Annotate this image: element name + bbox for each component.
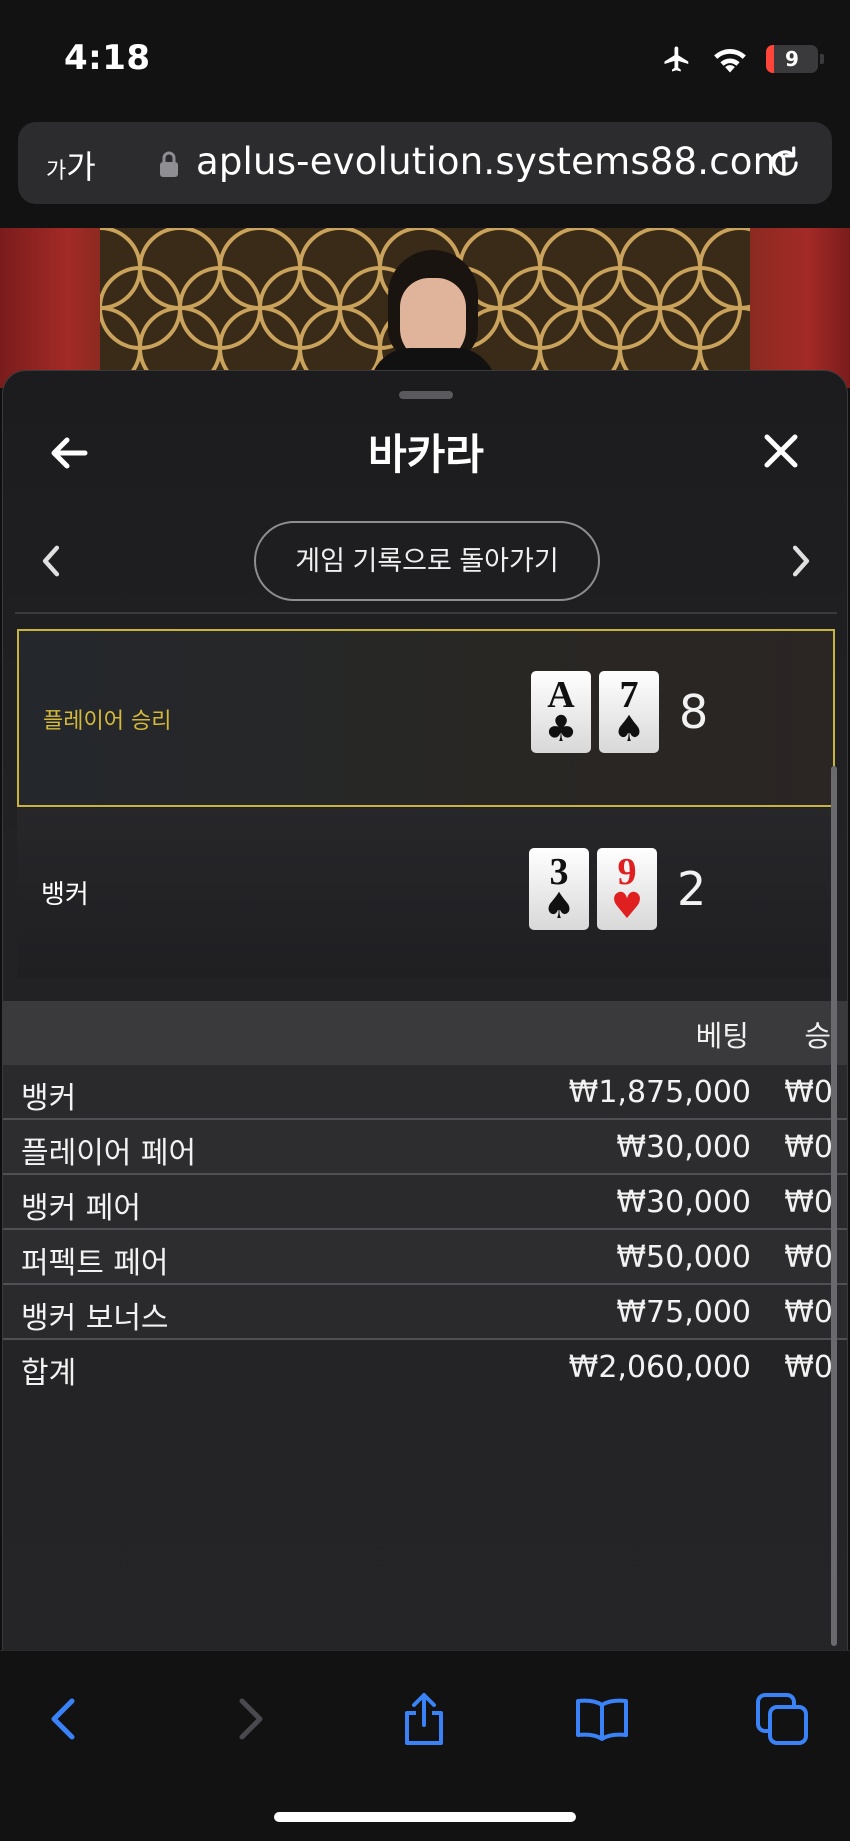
player-cards: A ♣ 7 ♠ [531,671,659,753]
tabs-icon[interactable] [752,1689,812,1749]
banker-score: 2 [677,862,707,916]
bet-name: 뱅커 보너스 [21,1301,169,1336]
share-icon[interactable] [394,1689,454,1749]
battery-icon: 9 [766,45,818,73]
table-row: 뱅커 보너스 ₩75,000 ₩0 [3,1285,847,1340]
bet-win: ₩0 [784,1240,833,1275]
bet-name: 뱅커 페어 [21,1191,141,1226]
bet-amount: ₩1,875,000 [568,1075,751,1110]
bookmarks-icon[interactable] [572,1689,632,1749]
scrollbar[interactable] [831,766,837,1646]
back-to-history-button[interactable]: 게임 기록으로 돌아가기 [254,521,600,601]
total-row: 합계 ₩2,060,000 ₩0 [3,1340,847,1395]
table-row: 뱅커 페어 ₩30,000 ₩0 [3,1175,847,1230]
playing-card: 7 ♠ [599,671,659,753]
divider [15,612,837,614]
chevron-right-icon[interactable] [783,539,819,583]
panel-title: 바카라 [368,430,484,479]
bet-win: ₩0 [784,1130,833,1165]
total-win: ₩0 [784,1350,833,1385]
text-size-button[interactable]: 가가 [46,142,96,188]
playing-card: 3 ♠ [529,848,589,930]
bet-amount: ₩30,000 [616,1130,751,1165]
forward-icon[interactable] [218,1689,278,1749]
bet-name: 플레이어 페어 [21,1136,197,1171]
bet-table: 베팅 승 뱅커 ₩1,875,000 ₩0 플레이어 페어 ₩30,000 ₩0… [3,1001,847,1395]
live-video-background [0,228,850,388]
total-label: 합계 [21,1356,77,1391]
close-icon[interactable] [757,427,805,475]
bet-win: ₩0 [784,1185,833,1220]
column-header-bet: 베팅 [695,1019,749,1053]
home-indicator[interactable] [274,1812,576,1822]
playing-card: 9 ♥ [597,848,657,930]
banker-cards: 3 ♠ 9 ♥ [529,848,657,930]
wifi-icon [714,49,746,73]
back-icon[interactable] [36,1689,96,1749]
bet-amount: ₩75,000 [616,1295,751,1330]
bet-amount: ₩50,000 [616,1240,751,1275]
bet-table-header: 베팅 승 [3,1001,847,1065]
player-result-label: 플레이어 승리 [43,709,172,734]
battery-level: 9 [785,47,799,71]
browser-address-area: 가가 aplus-evolution.systems88.com [0,120,850,228]
sheet-grabber[interactable] [399,391,453,399]
banker-result-label: 뱅커 [41,880,89,910]
table-row: 플레이어 페어 ₩30,000 ₩0 [3,1120,847,1175]
status-bar: 4:18 9 [0,0,850,120]
table-row: 퍼펙트 페어 ₩50,000 ₩0 [3,1230,847,1285]
game-history-panel: 바카라 게임 기록으로 돌아가기 플레이어 승리 A ♣ 7 ♠ 8 뱅커 3 … [2,370,848,1650]
chevron-left-icon[interactable] [33,539,69,583]
status-icons: 9 [660,44,824,74]
player-score: 8 [679,685,709,739]
lock-icon [160,151,178,177]
table-row: 뱅커 ₩1,875,000 ₩0 [3,1065,847,1120]
status-time: 4:18 [64,38,151,78]
total-amount: ₩2,060,000 [568,1350,751,1385]
bet-win: ₩0 [784,1075,833,1110]
banker-result-row: 뱅커 3 ♠ 9 ♥ 2 [17,808,835,978]
playing-card: A ♣ [531,671,591,753]
url-text[interactable]: aplus-evolution.systems88.com [196,140,789,183]
airplane-icon [664,46,689,72]
column-header-win: 승 [804,1019,831,1053]
bet-win: ₩0 [784,1295,833,1330]
round-navigation: 게임 기록으로 돌아가기 [3,519,847,603]
bet-name: 퍼펙트 페어 [21,1246,169,1281]
bet-amount: ₩30,000 [616,1185,751,1220]
player-result-row: 플레이어 승리 A ♣ 7 ♠ 8 [17,629,835,807]
bet-name: 뱅커 [21,1081,77,1116]
address-bar[interactable]: 가가 aplus-evolution.systems88.com [18,122,832,204]
reload-icon[interactable] [766,144,804,182]
